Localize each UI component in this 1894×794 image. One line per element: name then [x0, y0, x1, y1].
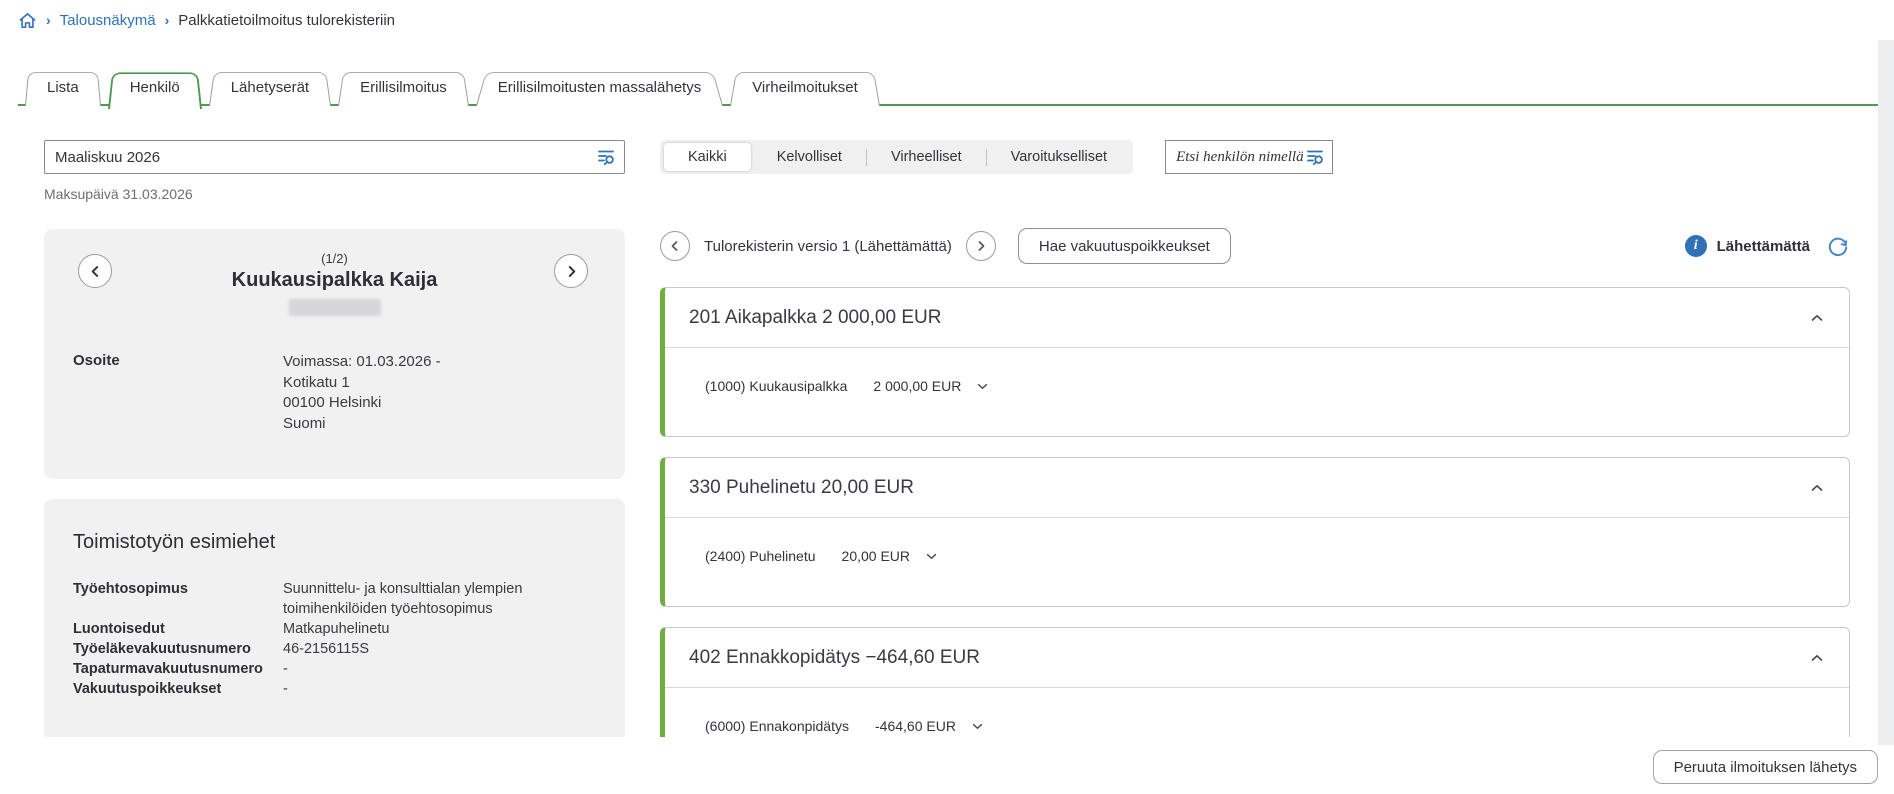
validity-filter: Kaikki Kelvolliset Virheelliset Varoituk…	[660, 140, 1134, 174]
employment-title: Toimistotyön esimiehet	[73, 531, 276, 553]
tab-panel-henkilo: Maksupäivä 31.03.2026 (1/2) Kuukausipalk…	[18, 106, 1878, 737]
tab-virheilmoitukset[interactable]: Virheilmoitukset	[730, 69, 880, 106]
pay-period-field[interactable]	[44, 140, 625, 174]
breadcrumb-separator: ›	[164, 12, 170, 28]
redacted-personal-id	[288, 299, 381, 316]
income-row-amount: -464,60 EUR	[875, 718, 956, 734]
income-row-code: (1000) Kuukausipalkka	[705, 378, 848, 394]
income-card-title: 402 Ennakkopidätys −464,60 EUR	[689, 646, 981, 668]
employment-row: Luontoisedut Matkapuhelinetu	[73, 621, 390, 637]
send-status: i Lähettämättä	[1684, 228, 1850, 264]
employment-row: Vakuutuspoikkeukset -	[73, 681, 288, 697]
income-card-header[interactable]: 330 Puhelinetu 20,00 EUR	[665, 458, 1849, 518]
address-label: Osoite	[73, 352, 120, 369]
income-row-code: (6000) Ennakonpidätys	[705, 718, 849, 734]
employment-row: Työeläkevakuutusnumero 46-2156115S	[73, 641, 370, 657]
next-version-button[interactable]	[965, 231, 996, 261]
left-column: Maksupäivä 31.03.2026 (1/2) Kuukausipalk…	[44, 106, 625, 737]
home-icon[interactable]	[18, 11, 37, 30]
income-card-title: 330 Puhelinetu 20,00 EUR	[689, 476, 914, 498]
income-row-amount: 2 000,00 EUR	[873, 378, 962, 394]
previous-person-button[interactable]	[78, 254, 112, 288]
income-card-330: 330 Puhelinetu 20,00 EUR (2400) Puheline…	[660, 457, 1850, 607]
breadcrumb-current-page: Palkkatietoilmoitus tulorekisteriin	[178, 11, 395, 29]
tab-lista[interactable]: Lista	[25, 69, 101, 106]
breadcrumb: › Talousnäkymä › Palkkatietoilmoitus tul…	[0, 0, 1894, 40]
income-card-body: (1000) Kuukausipalkka 2 000,00 EUR	[665, 348, 1849, 394]
employment-row: Tapaturmavakuutusnumero -	[73, 661, 288, 677]
filter-kelvolliset[interactable]: Kelvolliset	[753, 143, 866, 171]
breadcrumb-separator: ›	[46, 12, 51, 28]
chevron-up-icon[interactable]	[1811, 479, 1823, 497]
payroll-report-page: › Talousnäkymä › Palkkatietoilmoitus tul…	[0, 0, 1894, 794]
person-pager: (1/2)	[321, 251, 348, 266]
previous-version-button[interactable]	[660, 231, 690, 261]
filter-virheelliset[interactable]: Virheelliset	[867, 143, 986, 171]
person-card: (1/2) Kuukausipalkka Kaija Osoite Voimas…	[44, 229, 625, 479]
address-value: Voimassa: 01.03.2026 - Kotikatu 1 00100 …	[283, 353, 441, 433]
income-row-code: (2400) Puhelinetu	[705, 548, 816, 564]
cancel-report-send-button[interactable]: Peruuta ilmoituksen lähetys	[1652, 750, 1878, 784]
address-row: Osoite Voimassa: 01.03.2026 - Kotikatu 1…	[44, 352, 625, 435]
tab-erillisilmoitus[interactable]: Erillisilmoitus	[338, 69, 469, 106]
list-search-icon[interactable]	[596, 147, 616, 167]
income-card-body: (6000) Ennakonpidätys -464,60 EUR	[665, 688, 1849, 734]
info-icon[interactable]: i	[1684, 235, 1707, 257]
tab-lahetyserat[interactable]: Lähetyserät	[209, 69, 331, 106]
list-search-icon[interactable]	[1305, 147, 1325, 167]
chevron-down-icon[interactable]	[972, 723, 983, 730]
filter-controls-row: Kaikki Kelvolliset Virheelliset Varoituk…	[660, 140, 1850, 174]
payday-text: Maksupäivä 31.03.2026	[44, 186, 193, 202]
tab-bar: Lista Henkilö Lähetyserät Erillisilmoitu…	[25, 69, 880, 106]
chevron-down-icon[interactable]	[926, 553, 937, 560]
person-search-input[interactable]	[1176, 148, 1306, 166]
fetch-insurance-exceptions-button[interactable]: Hae vakuutuspoikkeukset	[1017, 228, 1231, 264]
income-row[interactable]: (1000) Kuukausipalkka 2 000,00 EUR	[705, 378, 1849, 394]
breadcrumb-link-talousnakyma[interactable]: Talousnäkymä	[60, 12, 156, 29]
tab-henkilo[interactable]: Henkilö	[108, 69, 202, 106]
income-card-402: 402 Ennakkopidätys −464,60 EUR (6000) En…	[660, 627, 1850, 737]
refresh-icon[interactable]	[1826, 234, 1850, 258]
version-row: Tulorekisterin versio 1 (Lähettämättä) H…	[660, 228, 1850, 264]
pay-period-input[interactable]	[55, 148, 596, 166]
chevron-down-icon[interactable]	[977, 383, 988, 390]
income-card-header[interactable]: 201 Aikapalkka 2 000,00 EUR	[665, 288, 1849, 348]
income-row-amount: 20,00 EUR	[841, 548, 911, 564]
income-card-201: 201 Aikapalkka 2 000,00 EUR (1000) Kuuka…	[660, 287, 1850, 437]
footer-bar: Peruuta ilmoituksen lähetys	[0, 745, 1894, 794]
person-name: Kuukausipalkka Kaija	[231, 269, 438, 291]
filter-kaikki[interactable]: Kaikki	[664, 143, 751, 171]
status-label: Lähettämättä	[1716, 237, 1810, 255]
tab-erillisilmoitusten-massalahetys[interactable]: Erillisilmoitusten massalähetys	[476, 69, 723, 106]
version-text: Tulorekisterin versio 1 (Lähettämättä)	[704, 237, 952, 255]
employment-card: Toimistotyön esimiehet Työehtosopimus Su…	[44, 499, 625, 737]
income-card-body: (2400) Puhelinetu 20,00 EUR	[665, 518, 1849, 564]
person-search-field[interactable]	[1165, 140, 1334, 174]
income-card-title: 201 Aikapalkka 2 000,00 EUR	[689, 306, 942, 328]
income-card-header[interactable]: 402 Ennakkopidätys −464,60 EUR	[665, 628, 1849, 688]
filter-varoitukselliset[interactable]: Varoitukselliset	[987, 143, 1131, 171]
employment-row: Työehtosopimus Suunnittelu- ja konsultti…	[73, 581, 523, 617]
chevron-up-icon[interactable]	[1811, 309, 1823, 327]
income-row[interactable]: (6000) Ennakonpidätys -464,60 EUR	[705, 718, 1849, 734]
right-column: Kaikki Kelvolliset Virheelliset Varoituk…	[660, 106, 1850, 737]
scrollbar[interactable]	[1878, 40, 1894, 745]
chevron-up-icon[interactable]	[1811, 649, 1823, 667]
next-person-button[interactable]	[554, 254, 588, 288]
income-row[interactable]: (2400) Puhelinetu 20,00 EUR	[705, 548, 1849, 564]
